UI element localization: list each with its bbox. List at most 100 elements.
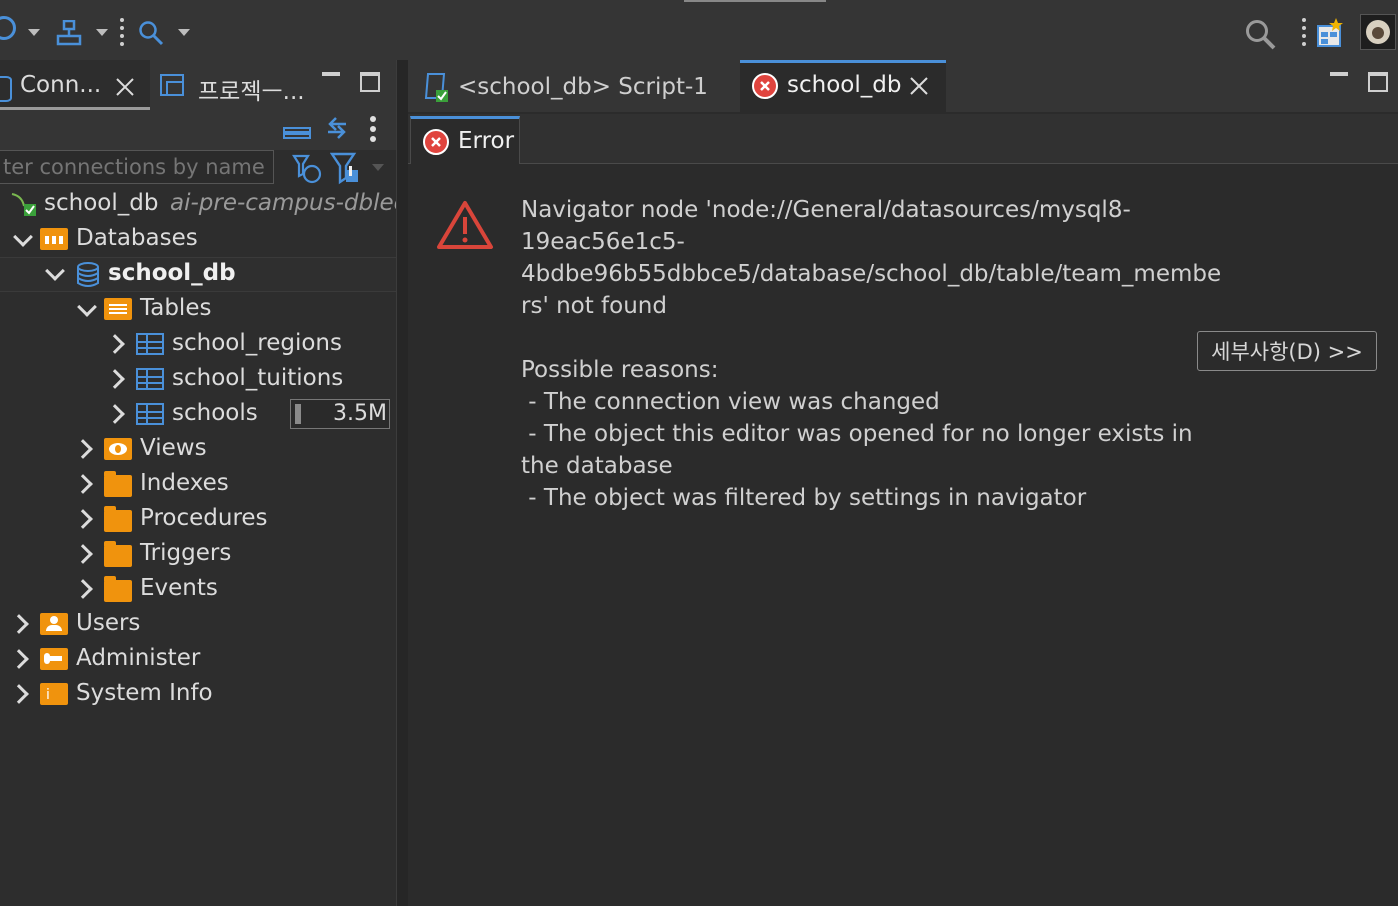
subtab-error[interactable]: Error — [410, 116, 520, 164]
chevron-down-icon[interactable] — [28, 29, 40, 36]
tables-folder-icon — [104, 298, 132, 320]
views-folder-icon — [104, 438, 132, 460]
close-icon[interactable] — [114, 76, 136, 98]
tree-label: Administer — [76, 645, 201, 671]
tab-script[interactable]: <school_db> Script-1 — [408, 62, 738, 112]
global-search-icon[interactable] — [1244, 18, 1276, 54]
tree-item-triggers[interactable]: Triggers — [0, 537, 396, 572]
avatar[interactable] — [1360, 14, 1396, 50]
chevron-right-icon[interactable] — [105, 404, 125, 424]
chevron-down-icon[interactable] — [372, 164, 384, 171]
chevron-right-icon[interactable] — [73, 439, 93, 459]
reason-line: - The connection view was changed — [521, 389, 940, 415]
folder-icon — [104, 506, 132, 532]
database-icon — [0, 76, 12, 102]
perspective-icon[interactable] — [1316, 18, 1344, 52]
database-navigator-panel: Conn... 프로젝ㅡ... school_db — [0, 60, 406, 906]
tree-item-indexes[interactable]: Indexes — [0, 467, 396, 502]
error-message-line: Navigator node 'node://General/datasourc… — [521, 197, 1131, 223]
chevron-down-icon[interactable] — [45, 261, 65, 281]
script-icon — [420, 72, 452, 108]
link-editor-icon[interactable] — [324, 116, 350, 146]
tree-item-system-info[interactable]: i System Info — [0, 677, 396, 712]
folder-icon — [104, 541, 132, 567]
tree-item-procedures[interactable]: Procedures — [0, 502, 396, 537]
maximize-icon[interactable] — [1368, 72, 1388, 92]
chevron-right-icon[interactable] — [73, 544, 93, 564]
tree-item-table[interactable]: schools 3.5M — [0, 397, 396, 432]
administer-folder-icon — [40, 648, 68, 670]
tree-label: Triggers — [140, 540, 232, 566]
chevron-right-icon[interactable] — [105, 369, 125, 389]
chevron-right-icon[interactable] — [9, 614, 29, 634]
minimize-icon[interactable] — [1330, 72, 1348, 76]
tab-label: <school_db> Script-1 — [458, 74, 708, 100]
table-icon — [136, 368, 164, 390]
database-icon — [76, 262, 100, 292]
tree-item-databases[interactable]: Databases — [0, 222, 396, 257]
chevron-right-icon[interactable] — [73, 579, 93, 599]
table-name: schools — [172, 400, 258, 426]
folder-icon — [104, 471, 132, 497]
close-icon[interactable] — [908, 75, 930, 97]
table-icon — [136, 333, 164, 355]
tree-item-events[interactable]: Events — [0, 572, 396, 607]
chevron-down-icon[interactable] — [96, 29, 108, 36]
error-icon — [423, 129, 449, 155]
tree-item-table[interactable]: school_tuitions — [0, 362, 396, 397]
details-button[interactable]: 세부사항(D) >> — [1197, 331, 1377, 371]
chevron-down-icon[interactable] — [77, 297, 97, 317]
tree-item-connection[interactable]: school_db ai-pre-campus-dblec — [0, 186, 406, 221]
tree-item-schema[interactable]: school_db — [0, 257, 396, 292]
connection-name: school_db — [44, 190, 159, 216]
table-name: school_tuitions — [172, 365, 344, 391]
tree-label: Databases — [76, 225, 198, 251]
tree-item-views[interactable]: Views — [0, 432, 396, 467]
tree-item-table[interactable]: school_regions — [0, 327, 396, 362]
connection-filter-input[interactable] — [0, 150, 274, 184]
tree-item-administer[interactable]: Administer — [0, 642, 396, 677]
main-toolbar — [0, 0, 1398, 60]
chevron-down-icon[interactable] — [13, 227, 33, 247]
chevron-down-icon[interactable] — [178, 29, 190, 36]
chevron-right-icon[interactable] — [9, 684, 29, 704]
editor-area: <school_db> Script-1 school_db Error Nav… — [408, 60, 1398, 906]
editor-subtab-bar — [408, 114, 1398, 164]
network-icon[interactable] — [56, 19, 82, 46]
database-connect-icon[interactable] — [0, 16, 16, 40]
filter-settings-icon[interactable] — [290, 152, 324, 190]
chevron-right-icon[interactable] — [105, 334, 125, 354]
warning-icon — [436, 200, 494, 254]
chevron-right-icon[interactable] — [9, 649, 29, 669]
table-size-badge: 3.5M — [290, 399, 390, 429]
chevron-right-icon[interactable] — [73, 474, 93, 494]
toolbar-separator — [1302, 18, 1310, 46]
filter-active-icon[interactable] — [329, 152, 364, 190]
table-size: 3.5M — [333, 401, 387, 426]
tree-item-tables[interactable]: Tables — [0, 292, 396, 327]
error-icon — [752, 73, 778, 99]
maximize-icon[interactable] — [360, 72, 380, 92]
tree-item-users[interactable]: Users — [0, 607, 396, 642]
tab-connections[interactable]: Conn... — [0, 60, 150, 110]
table-name: school_regions — [172, 330, 342, 356]
error-message: Navigator node 'node://General/datasourc… — [521, 194, 1221, 514]
tree-label: Procedures — [140, 505, 268, 531]
search-icon[interactable] — [138, 20, 164, 50]
toolbar-separator — [120, 18, 128, 46]
view-menu-icon[interactable] — [370, 116, 376, 144]
minimize-icon[interactable] — [322, 72, 340, 76]
error-message-line: 19eac56e1c5- — [521, 229, 685, 255]
chevron-right-icon[interactable] — [73, 509, 93, 529]
project-icon — [160, 74, 184, 96]
tab-label: 프로젝ㅡ... — [198, 79, 305, 105]
tab-school-db[interactable]: school_db — [740, 60, 946, 112]
reason-line: - The object this editor was opened for … — [521, 421, 1193, 447]
tab-project[interactable]: 프로젝ㅡ... — [158, 60, 308, 110]
tab-label: Conn... — [20, 72, 102, 98]
info-folder-icon: i — [40, 683, 68, 705]
collapse-all-icon[interactable] — [282, 120, 312, 146]
users-folder-icon — [40, 613, 68, 635]
tree-label: System Info — [76, 680, 213, 706]
